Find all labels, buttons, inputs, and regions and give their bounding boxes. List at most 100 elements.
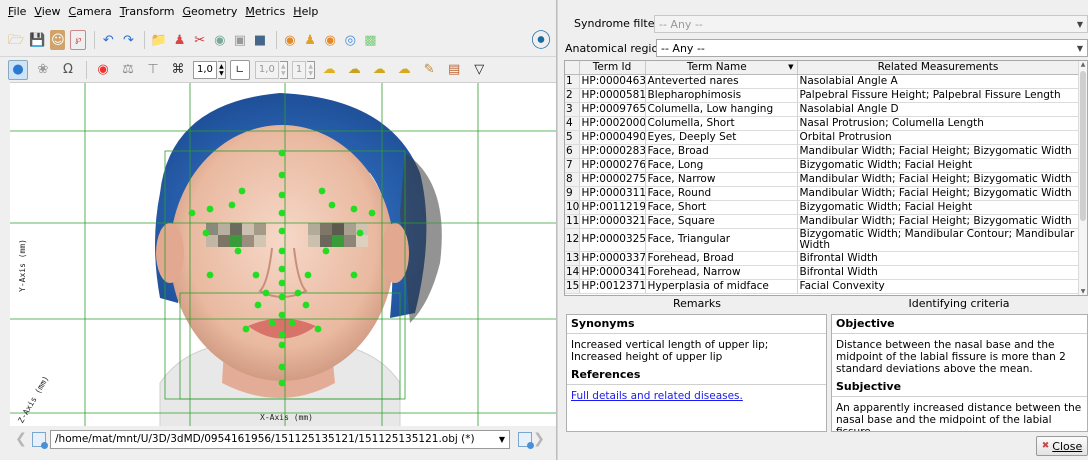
landmark-point[interactable] bbox=[278, 311, 286, 319]
landmark-point[interactable] bbox=[278, 379, 286, 387]
full-details-link[interactable]: Full details and related diseases. bbox=[571, 390, 743, 402]
landmark-point[interactable] bbox=[254, 301, 262, 309]
figure-icon[interactable]: ♟ bbox=[172, 30, 187, 50]
table-row[interactable]: 8 HP:0000275 Face, Narrow Mandibular Width;… bbox=[565, 172, 1080, 187]
landmark-point[interactable] bbox=[252, 271, 260, 279]
landmark-point[interactable] bbox=[368, 209, 376, 217]
camera-right-icon[interactable]: ◉ bbox=[323, 30, 338, 50]
folder-icon[interactable]: 📁 bbox=[151, 30, 167, 50]
menu-view[interactable]: View bbox=[30, 5, 64, 18]
table-row[interactable]: 9 HP:0000311 Face, Round Mandibular Width; … bbox=[565, 186, 1080, 201]
landmark-point[interactable] bbox=[328, 201, 336, 209]
cloud-yellow-icon[interactable]: ☁ bbox=[319, 60, 339, 80]
camera-front-icon[interactable]: ◉ bbox=[282, 30, 297, 50]
undo-icon[interactable]: ↶ bbox=[101, 30, 116, 50]
pdf-icon[interactable]: ℘ bbox=[70, 30, 87, 50]
landmark-point[interactable] bbox=[234, 247, 242, 255]
table-row[interactable]: 13 HP:0000337 Forehead, Broad Bifrontal Wid… bbox=[565, 251, 1080, 266]
landmark-point[interactable] bbox=[278, 265, 286, 273]
landmark-point[interactable] bbox=[314, 325, 322, 333]
landmark-point[interactable] bbox=[294, 289, 302, 297]
landmark-point[interactable] bbox=[188, 209, 196, 217]
column-header-term-name[interactable]: Term Name ▼ bbox=[645, 61, 798, 75]
camera-top-icon[interactable]: ◎ bbox=[343, 30, 358, 50]
menu-transform[interactable]: Transform bbox=[116, 5, 179, 18]
next-model-icon[interactable]: ❯ bbox=[532, 431, 546, 447]
table-row[interactable]: 11 HP:0000321 Face, Square Mandibular Width… bbox=[565, 214, 1080, 229]
cloud-sync-icon[interactable]: ☁ bbox=[394, 60, 414, 80]
table-scrollbar[interactable]: ▲ ▼ bbox=[1078, 61, 1087, 295]
landmark-point[interactable] bbox=[350, 271, 358, 279]
landmark-pin-icon[interactable]: ◉ bbox=[93, 60, 113, 80]
add-file-icon[interactable] bbox=[32, 431, 48, 449]
landmark-point[interactable] bbox=[288, 319, 296, 327]
open-file-icon[interactable] bbox=[518, 431, 534, 449]
landmark-point[interactable] bbox=[278, 227, 286, 235]
menu-file[interactable]: File bbox=[4, 5, 30, 18]
landmark-point[interactable] bbox=[304, 271, 312, 279]
axes-toggle-icon[interactable]: ∟ bbox=[229, 59, 250, 80]
camera-side-icon[interactable]: ▩ bbox=[363, 30, 378, 50]
landmark-overlay[interactable] bbox=[10, 83, 556, 426]
landmark-point[interactable] bbox=[278, 149, 286, 157]
table-row[interactable]: 2 HP:0000581 Blepharophimosis Palpebral Fis… bbox=[565, 88, 1080, 103]
landmark-point[interactable] bbox=[350, 205, 358, 213]
chart-icon[interactable]: ▤ bbox=[444, 60, 464, 80]
cloud-add-icon[interactable]: ☁ bbox=[369, 60, 389, 80]
cloud-remove-icon[interactable]: ☁ bbox=[344, 60, 364, 80]
sphere-view-icon[interactable]: ● bbox=[8, 59, 28, 80]
3d-viewport[interactable]: Y-Axis (mm) X-Axis (mm) Z-Axis (mm) bbox=[10, 82, 556, 426]
menu-help[interactable]: Help bbox=[289, 5, 322, 18]
hpo-terms-table[interactable]: Term Id Term Name ▼ Related Measurements … bbox=[564, 60, 1088, 296]
landmark-point[interactable] bbox=[206, 271, 214, 279]
anatomical-region-combo[interactable]: -- Any -- ▼ bbox=[656, 39, 1088, 57]
landmark-point[interactable] bbox=[278, 209, 286, 217]
landmark-point[interactable] bbox=[238, 187, 246, 195]
open-folder-icon[interactable]: 🗁 bbox=[8, 30, 24, 50]
model-path-combo[interactable]: /home/mat/mnt/U/3D/3dMD/0954161956/15112… bbox=[50, 429, 510, 449]
table-row[interactable]: 14 HP:0000341 Forehead, Narrow Bifrontal Wi… bbox=[565, 265, 1080, 280]
landmark-point[interactable] bbox=[278, 341, 286, 349]
table-row[interactable]: 5 HP:0000490 Eyes, Deeply Set Orbital Protr… bbox=[565, 130, 1080, 145]
camera-left-icon[interactable]: ♟ bbox=[302, 30, 317, 50]
table-row[interactable]: 15 HP:0012371 Hyperplasia of midface Facial… bbox=[565, 279, 1080, 294]
redo-icon[interactable]: ↷ bbox=[121, 30, 136, 50]
landmark-point[interactable] bbox=[318, 187, 326, 195]
face-model-icon[interactable]: ☺ bbox=[50, 30, 66, 50]
landmark-point[interactable] bbox=[322, 247, 330, 255]
save-icon[interactable]: 💾 bbox=[29, 30, 45, 50]
landmark-point[interactable] bbox=[278, 191, 286, 199]
crop-icon[interactable]: ▣ bbox=[232, 30, 247, 50]
table-row[interactable]: 7 HP:0000276 Face, Long Bizygomatic Width; … bbox=[565, 158, 1080, 173]
landmark-point[interactable] bbox=[262, 289, 270, 297]
landmark-point[interactable] bbox=[278, 279, 286, 287]
menu-geometry[interactable]: Geometry bbox=[178, 5, 241, 18]
table-row[interactable]: 10 HP:0011219 Face, Short Bizygomatic Width… bbox=[565, 200, 1080, 215]
column-header-term-id[interactable]: Term Id bbox=[579, 61, 646, 75]
landmark-point[interactable] bbox=[278, 247, 286, 255]
filter-triangle-icon[interactable]: ▽ bbox=[469, 60, 489, 80]
palette-icon[interactable]: ◉ bbox=[212, 30, 227, 50]
point-size-stepper[interactable]: ▲ ▼ bbox=[217, 60, 226, 79]
table-row[interactable]: 6 HP:0000283 Face, Broad Mandibular Width; … bbox=[565, 144, 1080, 159]
point-size-field[interactable]: 1,0 bbox=[193, 60, 217, 79]
landmark-point[interactable] bbox=[356, 229, 364, 237]
landmark-point[interactable] bbox=[302, 301, 310, 309]
cube-icon[interactable]: ■ bbox=[252, 30, 267, 50]
table-row[interactable]: 3 HP:0009765 Columella, Low hanging Nasolab… bbox=[565, 102, 1080, 117]
landmark-point[interactable] bbox=[278, 331, 286, 339]
landmark-point[interactable] bbox=[278, 363, 286, 371]
scale-icon[interactable]: ⚖ bbox=[118, 60, 138, 80]
table-row[interactable]: 12 HP:0000325 Face, Triangular Bizygomatic … bbox=[565, 228, 1080, 252]
omega-view-icon[interactable]: Ω bbox=[58, 60, 78, 80]
landmark-point[interactable] bbox=[206, 205, 214, 213]
menu-metrics[interactable]: Metrics bbox=[241, 5, 289, 18]
column-header-related-measurements[interactable]: Related Measurements bbox=[797, 61, 1080, 75]
scissors-icon[interactable]: ✂ bbox=[192, 30, 207, 50]
landmark-point[interactable] bbox=[278, 171, 286, 179]
lasso-icon[interactable]: ⌘ bbox=[168, 60, 188, 80]
landmark-point[interactable] bbox=[242, 325, 250, 333]
ruler-icon[interactable]: ✎ bbox=[419, 60, 439, 80]
landmark-point[interactable] bbox=[228, 201, 236, 209]
close-button[interactable]: ✖ Close bbox=[1036, 436, 1088, 456]
